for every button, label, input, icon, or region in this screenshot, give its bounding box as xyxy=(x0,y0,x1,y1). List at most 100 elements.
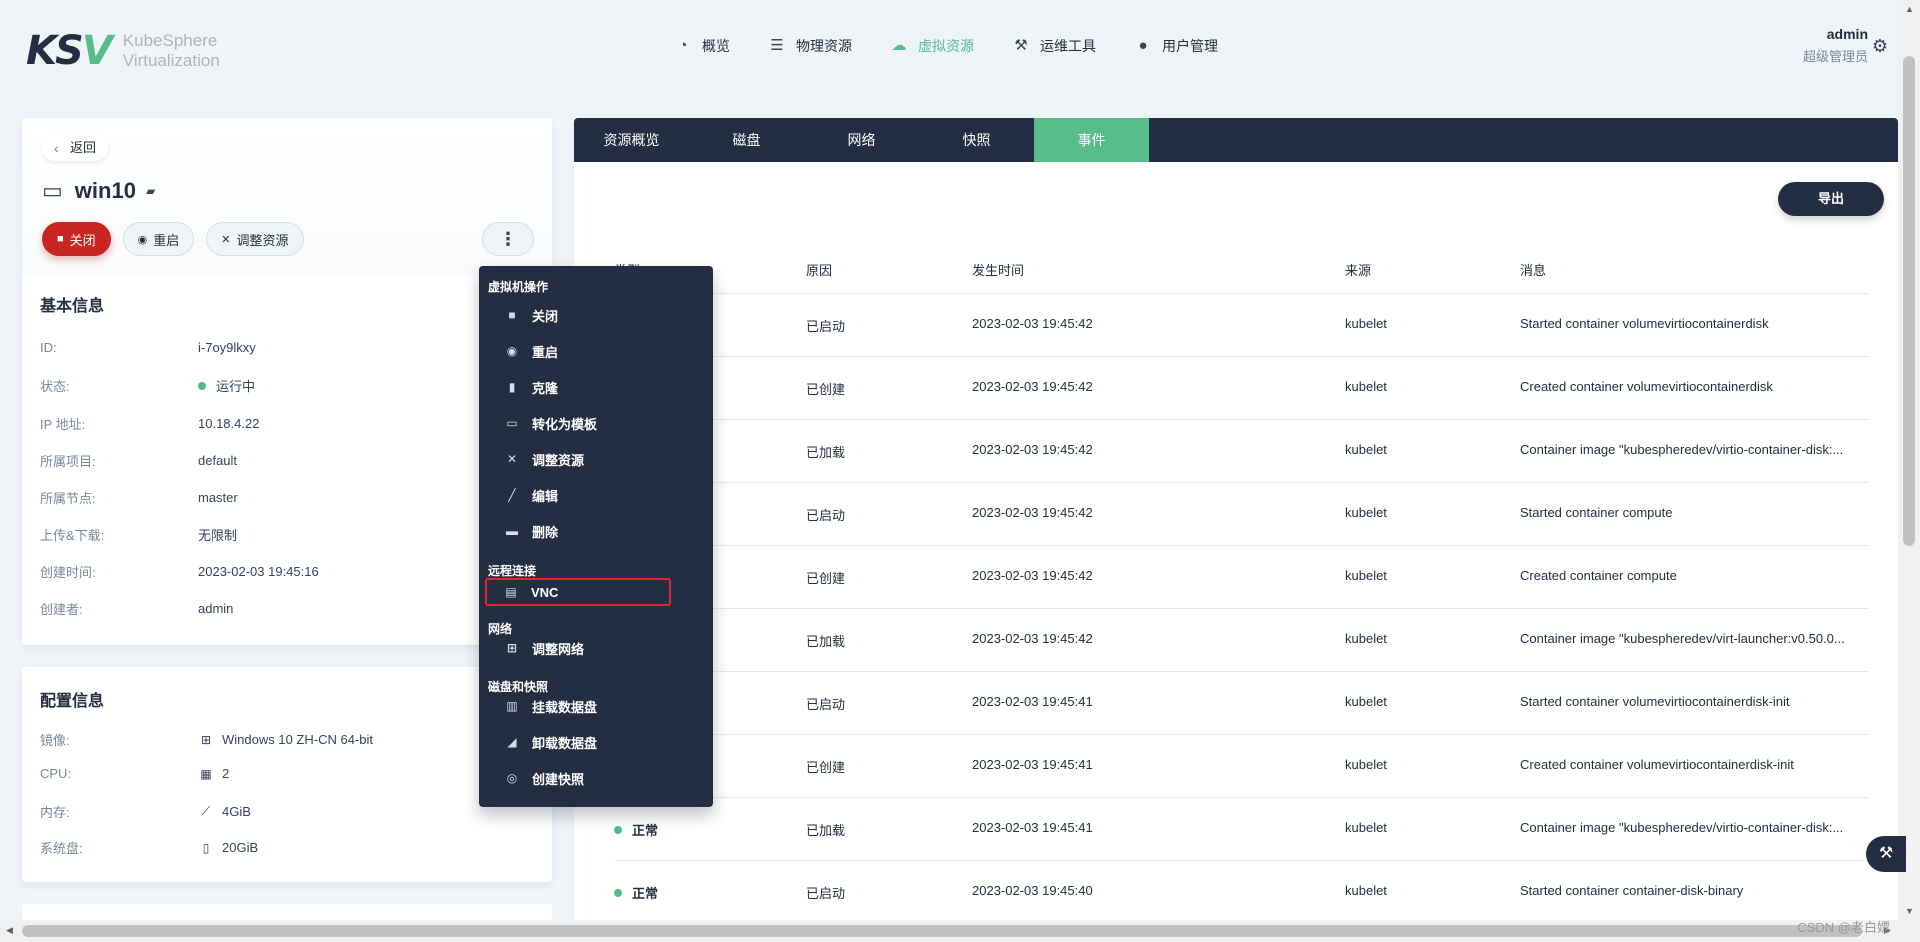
nav-virtual-resources[interactable]: ☁ 虚拟资源 xyxy=(890,36,975,56)
nav-ops-tools[interactable]: ⚒ 运维工具 xyxy=(1012,36,1096,56)
table-row: 正常已加载2023-02-03 19:45:42kubeletContainer… xyxy=(614,420,1869,483)
table-row: 正常已创建2023-02-03 19:45:42kubeletCreated c… xyxy=(614,357,1869,420)
watermark: CSDN @老白嫖 xyxy=(1797,920,1890,935)
config-row-memory: 内存: ⟋ 4GiB xyxy=(40,804,251,820)
event-time: 2023-02-03 19:45:42 xyxy=(972,631,1093,646)
info-row-ip: IP 地址: 10.18.4.22 xyxy=(40,416,260,432)
event-reason: 已加载 xyxy=(806,823,846,838)
table-row: 正常已启动2023-02-03 19:45:42kubeletStarted c… xyxy=(614,483,1869,546)
restart-button[interactable]: ◉ 重启 xyxy=(122,222,195,256)
info-row-bandwidth: 上传&下载: 无限制 xyxy=(40,528,238,543)
tab-network[interactable]: 网络 xyxy=(804,118,919,162)
config-row-system-disk: 系统盘: ▯ 20GiB xyxy=(40,840,259,856)
vertical-scrollbar[interactable]: ▲ ▼ xyxy=(1898,0,1920,942)
tab-resource-overview[interactable]: 资源概览 xyxy=(574,118,689,162)
nav-overview[interactable]: ◔ 概览 xyxy=(674,36,730,56)
vm-detail-card: ‹ 返回 ▭ win10 ▰ ■ 关闭 ◉ 重启 ✕ 调整资源 ⋮ 基本信息 ID: i-… xyxy=(22,118,552,645)
column-header-source[interactable]: 来源 xyxy=(1345,260,1371,279)
event-reason: 已创建 xyxy=(806,760,846,775)
scroll-left-icon[interactable]: ◀ xyxy=(6,925,13,936)
menu-item-delete[interactable]: ▬ 删除 xyxy=(488,517,694,545)
config-row-image: 镜像: ⊞ Windows 10 ZH-CN 64-bit xyxy=(40,732,373,748)
event-message: Created container compute xyxy=(1520,568,1677,583)
vm-actions: ■ 关闭 ◉ 重启 ✕ 调整资源 xyxy=(42,222,316,256)
gear-icon[interactable]: ⚙ xyxy=(1872,36,1888,57)
vertical-scroll-thumb[interactable] xyxy=(1903,56,1915,546)
snapshot-icon: ◎ xyxy=(506,771,518,785)
nav-user-management[interactable]: ● 用户管理 xyxy=(1134,36,1218,56)
event-source: kubelet xyxy=(1345,505,1387,520)
logo-mark: KSV xyxy=(26,28,113,74)
event-reason: 已启动 xyxy=(806,319,846,334)
event-reason: 已创建 xyxy=(806,382,846,397)
main-nav: ◔ 概览 ☰ 物理资源 ☁ 虚拟资源 ⚒ 运维工具 ● 用户管理 xyxy=(674,36,1256,56)
tab-disk[interactable]: 磁盘 xyxy=(689,118,804,162)
column-header-time[interactable]: 发生时间 xyxy=(972,260,1024,279)
windows-icon: ⊞ xyxy=(200,732,212,747)
event-message: Created container volumevirtiocontainerd… xyxy=(1520,757,1794,772)
user-name: admin xyxy=(1826,26,1868,42)
menu-group-vm-ops: 虚拟机操作 xyxy=(488,280,549,294)
menu-item-convert-template[interactable]: ▭ 转化为模板 xyxy=(488,409,694,437)
export-button[interactable]: 导出 xyxy=(1778,182,1884,216)
more-actions-button[interactable]: ⋮ xyxy=(482,222,534,256)
clone-icon: ▮ xyxy=(508,380,516,394)
computer-icon: ▭ xyxy=(42,178,63,203)
menu-item-edit[interactable]: ╱ 编辑 xyxy=(488,481,694,509)
horizontal-scroll-thumb[interactable] xyxy=(22,925,1862,937)
back-button[interactable]: ‹ 返回 xyxy=(42,135,109,161)
resize-icon: ✕ xyxy=(506,452,518,466)
restart-icon: ◉ xyxy=(137,233,148,246)
menu-item-adjust-network[interactable]: ⊞ 调整网络 xyxy=(488,634,694,662)
info-row-creator: 创建者: admin xyxy=(40,601,234,617)
resize-button[interactable]: ✕ 调整资源 xyxy=(206,222,304,256)
event-time: 2023-02-03 19:45:41 xyxy=(972,694,1093,709)
detail-tabs: 资源概览 磁盘 网络 快照 事件 xyxy=(574,118,1898,162)
user-info[interactable]: admin 超级管理员 xyxy=(1803,26,1868,65)
tab-snapshot[interactable]: 快照 xyxy=(919,118,1034,162)
logo[interactable]: KSV KubeSphere Virtualization xyxy=(26,28,220,74)
config-info-title: 配置信息 xyxy=(40,693,105,710)
menu-item-create-snapshot[interactable]: ◎ 创建快照 xyxy=(488,764,694,792)
stop-icon: ■ xyxy=(57,233,64,245)
unmount-disk-icon: ◢ xyxy=(507,735,517,749)
mount-disk-icon: ▥ xyxy=(506,699,518,713)
scroll-down-icon[interactable]: ▼ xyxy=(1905,906,1914,916)
event-reason: 已创建 xyxy=(806,571,846,586)
event-reason: 已启动 xyxy=(806,508,846,523)
menu-item-restart[interactable]: ◉ 重启 xyxy=(488,337,694,365)
event-time: 2023-02-03 19:45:42 xyxy=(972,442,1093,457)
column-header-reason[interactable]: 原因 xyxy=(806,260,832,279)
stop-button[interactable]: ■ 关闭 xyxy=(42,222,111,256)
event-message: Created container volumevirtiocontainerd… xyxy=(1520,379,1773,394)
event-message: Started container container-disk-binary xyxy=(1520,883,1744,898)
network-icon: ⊞ xyxy=(506,641,518,655)
menu-item-stop[interactable]: ■ 关闭 xyxy=(488,301,694,329)
menu-item-resize[interactable]: ✕ 调整资源 xyxy=(488,445,694,473)
menu-item-mount-disk[interactable]: ▥ 挂载数据盘 xyxy=(488,692,694,720)
vm-title: ▭ win10 ▰ xyxy=(42,178,155,204)
table-row: 正常 已启动 2023-02-03 19:45:40 kubelet Started c… xyxy=(614,861,1869,924)
event-source: kubelet xyxy=(1345,694,1387,709)
stop-icon: ■ xyxy=(508,308,516,322)
menu-item-unmount-disk[interactable]: ◢ 卸载数据盘 xyxy=(488,728,694,756)
info-row-project: 所属项目: default xyxy=(40,453,238,469)
resize-icon: ✕ xyxy=(221,233,231,246)
horizontal-scrollbar[interactable]: ◀ ▶ xyxy=(0,920,1898,942)
column-header-message[interactable]: 消息 xyxy=(1520,260,1546,279)
event-reason: 已启动 xyxy=(806,697,846,712)
scroll-up-icon[interactable]: ▲ xyxy=(1905,4,1914,14)
menu-item-clone[interactable]: ▮ 克隆 xyxy=(488,373,694,401)
tab-events[interactable]: 事件 xyxy=(1034,118,1149,162)
restart-icon: ◉ xyxy=(506,344,518,358)
table-row: 正常已创建2023-02-03 19:45:42kubeletCreated c… xyxy=(614,546,1869,609)
console-icon[interactable]: ▰ xyxy=(146,184,155,198)
nav-physical-resources[interactable]: ☰ 物理资源 xyxy=(768,36,852,56)
event-time: 2023-02-03 19:45:42 xyxy=(972,568,1093,583)
event-source: kubelet xyxy=(1345,631,1387,646)
event-message: Started container volumevirtiocontainerd… xyxy=(1520,316,1769,331)
info-row-node: 所属节点: master xyxy=(40,490,238,506)
hammer-icon[interactable]: ⚒ xyxy=(1866,836,1906,872)
event-source: kubelet xyxy=(1345,757,1387,772)
menu-item-vnc[interactable]: ▤ VNC xyxy=(485,578,671,606)
